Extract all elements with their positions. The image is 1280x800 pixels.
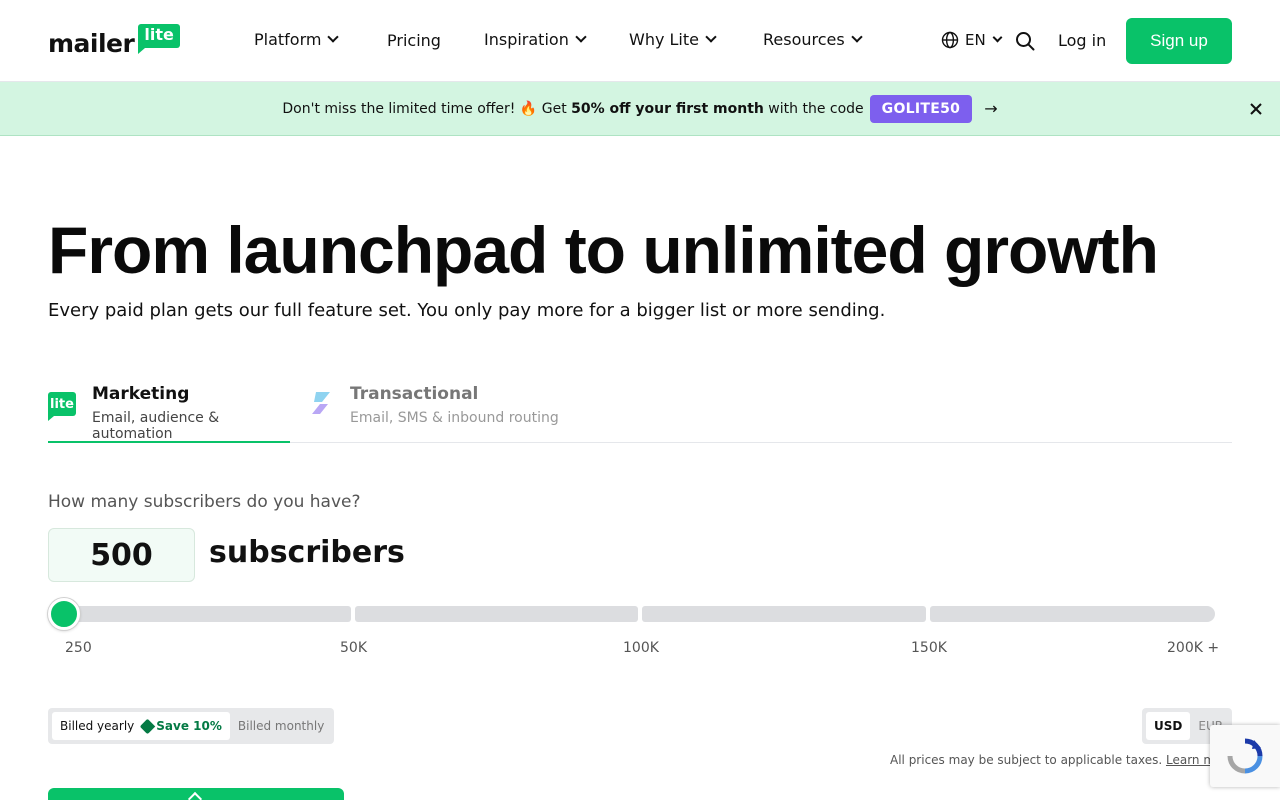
tab-marketing-title: Marketing <box>92 384 190 404</box>
promo-code[interactable]: GOLITE50 <box>869 94 973 123</box>
arrow-right-icon[interactable]: → <box>984 99 997 118</box>
slider-segment <box>642 606 926 622</box>
save-label: Save 10% <box>156 719 222 733</box>
slider-segment <box>930 606 1215 622</box>
mailerlite-logo[interactable]: mailer lite <box>48 20 180 56</box>
tab-marketing[interactable]: lite Marketing Email, audience & automat… <box>48 380 290 443</box>
nav-why-lite[interactable]: Why Lite <box>629 30 717 49</box>
taxes-text: All prices may be subject to applicable … <box>890 753 1166 767</box>
banner-text-after: with the code <box>763 100 864 117</box>
slider-tick: 100K <box>623 640 659 656</box>
search-icon[interactable] <box>1015 31 1035 51</box>
chevron-down-icon <box>575 31 587 43</box>
close-icon[interactable] <box>1247 100 1265 118</box>
slider-tick: 200K + <box>1167 640 1220 656</box>
nav-platform[interactable]: Platform <box>254 30 340 49</box>
product-tabs: lite Marketing Email, audience & automat… <box>48 380 1232 443</box>
billed-yearly-option[interactable]: Billed yearly Save 10% <box>52 712 230 740</box>
nav-resources-label: Resources <box>763 30 845 49</box>
banner-offer: 50% off your first month <box>571 100 764 117</box>
tab-transactional-title: Transactional <box>350 384 479 404</box>
chevron-down-icon <box>705 31 717 43</box>
subscriber-slider[interactable] <box>48 598 1215 630</box>
slider-handle[interactable] <box>48 598 80 630</box>
top-nav: mailer lite Platform Pricing Inspiration… <box>0 0 1280 82</box>
promo-banner: Don't miss the limited time offer! 🔥 Get… <box>0 82 1280 136</box>
currency-usd[interactable]: USD <box>1146 712 1191 740</box>
slider-segment <box>355 606 638 622</box>
subscriber-question: How many subscribers do you have? <box>48 492 361 512</box>
chevron-down-icon <box>851 31 863 43</box>
recaptcha-icon <box>1227 738 1263 774</box>
globe-icon <box>941 31 959 49</box>
lite-icon: lite <box>48 392 76 421</box>
billed-monthly-option[interactable]: Billed monthly <box>230 712 332 740</box>
language-selector[interactable]: EN <box>941 31 1003 49</box>
nav-why-lite-label: Why Lite <box>629 30 699 49</box>
nav-resources[interactable]: Resources <box>763 30 863 49</box>
slider-tick: 150K <box>911 640 947 656</box>
chevron-up-icon <box>187 791 203 800</box>
signup-button[interactable]: Sign up <box>1126 18 1232 64</box>
billed-monthly-label: Billed monthly <box>237 719 325 733</box>
subscriber-count-input[interactable]: 500 <box>48 528 195 582</box>
page-title: From launchpad to unlimited growth <box>48 213 1159 287</box>
language-label: EN <box>965 31 986 49</box>
nav-inspiration-label: Inspiration <box>484 30 569 49</box>
save-badge: Save 10% <box>139 718 222 734</box>
billing-toggle: Billed yearly Save 10% Billed monthly <box>48 708 334 744</box>
page-subtitle: Every paid plan gets our full feature se… <box>48 300 886 321</box>
taxes-note: All prices may be subject to applicable … <box>890 753 1222 767</box>
logo-wordmark: mailer <box>48 29 135 58</box>
slider-tick: 250 <box>65 640 92 656</box>
tag-icon <box>139 718 156 734</box>
slider-segment <box>64 606 351 622</box>
subscriber-unit: subscribers <box>209 535 405 570</box>
login-link[interactable]: Log in <box>1058 31 1106 50</box>
nav-platform-label: Platform <box>254 30 322 49</box>
billed-yearly-label: Billed yearly <box>60 719 135 733</box>
tab-marketing-desc: Email, audience & automation <box>92 410 220 442</box>
logo-badge: lite <box>138 24 180 54</box>
nav-pricing[interactable]: Pricing <box>387 31 441 50</box>
nav-inspiration[interactable]: Inspiration <box>484 30 587 49</box>
chevron-down-icon <box>327 31 340 43</box>
chevron-down-icon <box>992 32 1003 43</box>
slider-tick: 50K <box>340 640 367 656</box>
nav-pricing-label: Pricing <box>387 31 441 50</box>
lightning-icon <box>312 392 330 414</box>
banner-text-before: Don't miss the limited time offer! 🔥 Get <box>282 100 572 117</box>
plan-cta-button[interactable] <box>48 788 344 800</box>
recaptcha-badge[interactable] <box>1210 725 1280 787</box>
tab-transactional-desc: Email, SMS & inbound routing <box>350 410 559 426</box>
tab-transactional[interactable]: Transactional Email, SMS & inbound routi… <box>308 380 568 443</box>
